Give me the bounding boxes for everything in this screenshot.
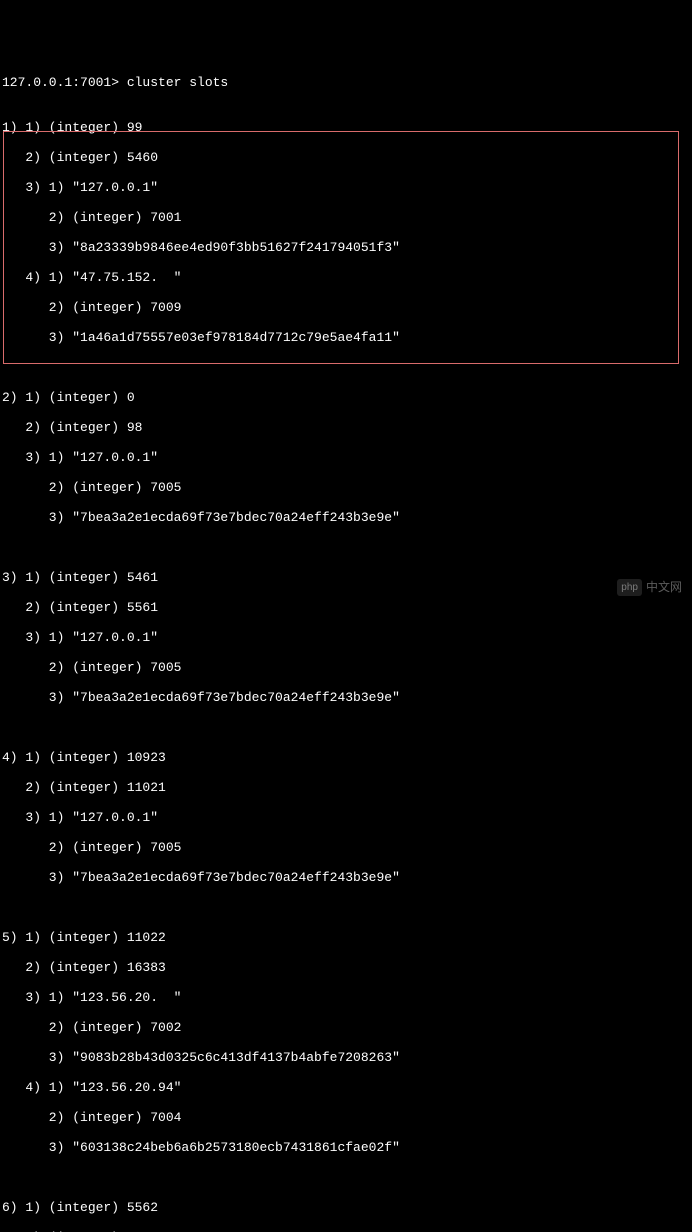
output-line: 4) 1) (integer) 10923 — [2, 750, 692, 765]
slot-entry-1: 1) 1) (integer) 99 2) (integer) 5460 3) … — [2, 105, 692, 360]
terminal-output: 127.0.0.1:7001> cluster slots 1) 1) (int… — [2, 60, 692, 1232]
slot-entry-4: 4) 1) (integer) 10923 2) (integer) 11021… — [2, 735, 692, 900]
watermark-text: 中文网 — [646, 580, 682, 595]
output-line: 2) (integer) 7009 — [2, 300, 692, 315]
output-line: 3) 1) (integer) 5461 — [2, 570, 692, 585]
output-line: 2) (integer) 7005 — [2, 480, 692, 495]
watermark-logo: php — [617, 579, 642, 596]
output-line: 3) 1) "127.0.0.1" — [2, 180, 692, 195]
output-line: 5) 1) (integer) 11022 — [2, 930, 692, 945]
output-line: 3) "7bea3a2e1ecda69f73e7bdec70a24eff243b… — [2, 510, 692, 525]
output-line: 2) 1) (integer) 0 — [2, 390, 692, 405]
output-line: 2) (integer) 10922 — [2, 1230, 692, 1232]
output-line: 2) (integer) 7005 — [2, 840, 692, 855]
output-line: 2) (integer) 16383 — [2, 960, 692, 975]
watermark: php 中文网 — [617, 579, 682, 596]
output-line: 2) (integer) 7005 — [2, 660, 692, 675]
output-line: 3) 1) "127.0.0.1" — [2, 450, 692, 465]
output-line: 3) "9083b28b43d0325c6c413df4137b4abfe720… — [2, 1050, 692, 1065]
output-line: 2) (integer) 7002 — [2, 1020, 692, 1035]
output-line: 3) "603138c24beb6a6b2573180ecb7431861cfa… — [2, 1140, 692, 1155]
slot-entry-2: 2) 1) (integer) 0 2) (integer) 98 3) 1) … — [2, 375, 692, 540]
output-line: 3) "7bea3a2e1ecda69f73e7bdec70a24eff243b… — [2, 690, 692, 705]
output-line: 2) (integer) 98 — [2, 420, 692, 435]
output-line: 4) 1) "123.56.20.94" — [2, 1080, 692, 1095]
slot-entry-3: 3) 1) (integer) 5461 2) (integer) 5561 3… — [2, 555, 692, 720]
output-line: 1) 1) (integer) 99 — [2, 120, 692, 135]
output-line: 2) (integer) 5561 — [2, 600, 692, 615]
output-line: 3) "7bea3a2e1ecda69f73e7bdec70a24eff243b… — [2, 870, 692, 885]
slot-entry-6: 6) 1) (integer) 5562 2) (integer) 10922 … — [2, 1185, 692, 1232]
output-line: 4) 1) "47.75.152. " — [2, 270, 692, 285]
output-line: 2) (integer) 7001 — [2, 210, 692, 225]
output-line: 2) (integer) 11021 — [2, 780, 692, 795]
output-line: 3) "1a46a1d75557e03ef978184d7712c79e5ae4… — [2, 330, 692, 345]
output-line: 3) "8a23339b9846ee4ed90f3bb51627f2417940… — [2, 240, 692, 255]
output-line: 2) (integer) 5460 — [2, 150, 692, 165]
output-line: 2) (integer) 7004 — [2, 1110, 692, 1125]
output-line: 3) 1) "123.56.20. " — [2, 990, 692, 1005]
output-line: 6) 1) (integer) 5562 — [2, 1200, 692, 1215]
output-line: 3) 1) "127.0.0.1" — [2, 810, 692, 825]
prompt-line: 127.0.0.1:7001> cluster slots — [2, 75, 692, 90]
slot-entry-5: 5) 1) (integer) 11022 2) (integer) 16383… — [2, 915, 692, 1170]
output-line: 3) 1) "127.0.0.1" — [2, 630, 692, 645]
